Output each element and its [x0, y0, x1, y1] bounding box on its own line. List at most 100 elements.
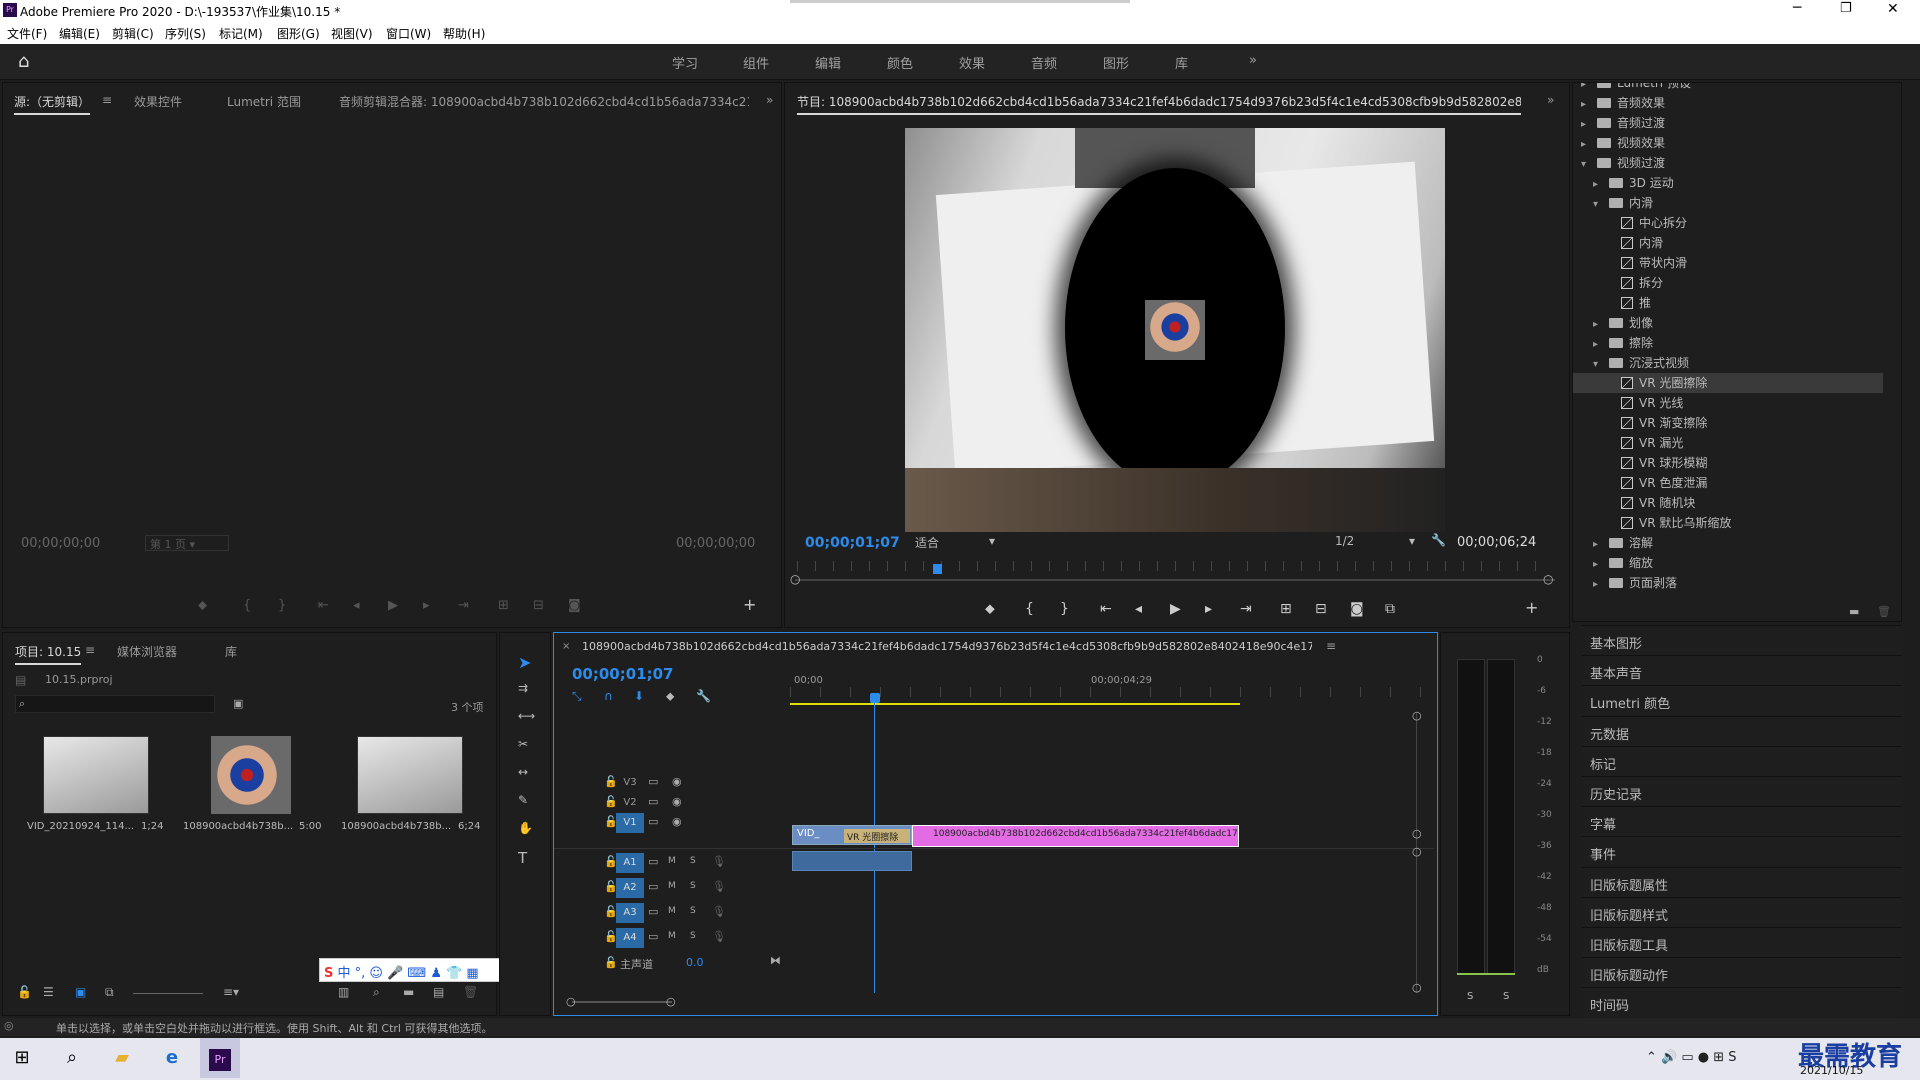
meter-solo-left[interactable]: S [1467, 991, 1473, 1002]
chevron-right-icon[interactable]: ▸ [1593, 535, 1609, 555]
program-playhead[interactable] [933, 564, 942, 574]
program-zoom-bar[interactable] [795, 579, 1555, 581]
home-icon[interactable]: ⌂ [18, 51, 29, 72]
effect-item[interactable]: 内滑 [1573, 233, 1883, 253]
wrench-icon[interactable]: 🔧 [1431, 533, 1446, 547]
out-point-icon[interactable]: } [278, 598, 286, 613]
microphone-icon[interactable]: 🎙 [712, 855, 726, 868]
program-play-icon[interactable]: ▶ [1170, 601, 1181, 617]
program-add-icon[interactable]: + [1525, 598, 1538, 617]
menu-file[interactable]: 文件(F) [7, 25, 47, 42]
meter-solo-right[interactable]: S [1503, 991, 1509, 1002]
effects-folder[interactable]: ▾ 视频过渡 [1573, 153, 1883, 173]
program-out-icon[interactable]: } [1060, 601, 1069, 617]
vscroll-handle-mid2[interactable]: ○ [1412, 845, 1422, 858]
effect-item[interactable]: VR 随机块 [1573, 493, 1883, 513]
eye-icon[interactable]: ◉ [672, 775, 682, 788]
ime-toolbar[interactable]: S 中 °, ☺ 🎤 ⌨ ♟ 👕 ▦ [319, 958, 527, 982]
effect-item[interactable]: VR 色度泄漏 [1573, 473, 1883, 493]
vscroll-handle-mid[interactable]: ○ [1412, 827, 1422, 840]
export-frame-icon[interactable]: ◙ [568, 598, 581, 613]
source-menu-icon[interactable]: ≡ [102, 93, 112, 107]
chevron-down-icon[interactable]: ▾ [1593, 195, 1609, 215]
new-item-icon[interactable]: ▤ [433, 985, 444, 999]
vscroll-handle-bottom[interactable]: ○ [1412, 981, 1422, 994]
workspace-graphics[interactable]: 图形 [1103, 53, 1129, 72]
mute-button[interactable]: M [668, 856, 676, 866]
start-icon[interactable]: ⊞ [2, 1038, 42, 1078]
effects-folder[interactable]: ▸ 缩放 [1573, 553, 1883, 573]
effect-item[interactable]: 推 [1573, 293, 1883, 313]
tab-source[interactable]: 源:（无剪辑） [14, 93, 91, 115]
mute-button[interactable]: M [668, 881, 676, 891]
minimize-icon[interactable]: ─ [1793, 0, 1813, 16]
icon-view-icon[interactable]: ▣ [75, 985, 86, 999]
selection-tool-icon[interactable]: ➤ [518, 653, 531, 672]
effects-folder[interactable]: ▾ 沉浸式视频 [1573, 353, 1883, 373]
taskbar-search-icon[interactable]: ⌕ [52, 1038, 92, 1078]
chevron-right-icon[interactable]: ▸ [1593, 335, 1609, 355]
chevron-right-icon[interactable]: ▸ [1593, 175, 1609, 195]
clip-name-2[interactable]: 108900acbd4b738b... [183, 821, 293, 832]
tab-media-browser[interactable]: 媒体浏览器 [117, 643, 177, 660]
close-icon[interactable]: ✕ [1887, 1, 1899, 17]
microphone-icon[interactable]: 🎙 [712, 930, 726, 943]
program-step-forward-icon[interactable]: ▸ [1205, 601, 1212, 617]
workspace-learn[interactable]: 学习 [672, 53, 698, 72]
panel-tab-item[interactable]: 标记 [1582, 745, 1902, 776]
ripple-edit-tool-icon[interactable]: ⟷ [518, 709, 535, 723]
chevron-right-icon[interactable]: ▸ [1593, 555, 1609, 575]
panel-tab-item[interactable]: 旧版标题工具 [1582, 927, 1902, 957]
sync-lock-icon[interactable]: ▭ [648, 775, 658, 788]
program-export-frame-icon[interactable]: ◙ [1350, 601, 1364, 617]
menu-view[interactable]: 视图(V) [331, 25, 373, 42]
audio-sync-icon[interactable]: ▭ [648, 855, 658, 868]
timeline-playhead-head[interactable] [870, 693, 880, 703]
menu-graphics[interactable]: 图形(G) [277, 25, 320, 42]
effects-folder[interactable]: ▸ Lumetri 预设 [1573, 83, 1883, 93]
tab-project[interactable]: 项目: 10.15 [15, 643, 82, 665]
effects-folder[interactable]: ▸ 音频过渡 [1573, 113, 1883, 133]
solo-button[interactable]: S [690, 856, 696, 866]
program-go-out-icon[interactable]: ⇥ [1240, 601, 1252, 617]
program-go-in-icon[interactable]: ⇤ [1100, 601, 1112, 617]
mute-button[interactable]: M [668, 931, 676, 941]
zoom-slider[interactable] [133, 993, 203, 994]
menu-edit[interactable]: 编辑(E) [59, 25, 100, 42]
clip-name-1[interactable]: VID_20210924_114... [27, 821, 137, 832]
work-area-bar[interactable] [790, 703, 1240, 705]
tab-lumetri-scopes[interactable]: Lumetri 范围 [227, 93, 301, 110]
find-icon[interactable]: ⌕ [373, 985, 380, 1000]
type-tool-icon[interactable]: T [518, 849, 527, 867]
clip-thumbnail-3[interactable] [357, 736, 463, 814]
zoom-left-handle[interactable]: ○ [790, 572, 800, 586]
step-forward-icon[interactable]: ▸ [423, 598, 430, 613]
workspace-libraries[interactable]: 库 [1175, 53, 1188, 72]
timeline-ruler[interactable] [790, 687, 1425, 697]
fit-dropdown[interactable]: 适合 ▾ [915, 534, 995, 551]
menu-window[interactable]: 窗口(W) [386, 25, 431, 42]
track-label[interactable]: A3 [616, 903, 644, 923]
master-lock-icon[interactable]: 🔓 [604, 956, 618, 969]
track-label[interactable]: V1 [616, 813, 644, 833]
sequence-menu-icon[interactable]: ≡ [1326, 639, 1336, 653]
chevron-right-icon[interactable]: ▸ [1581, 95, 1597, 115]
razor-tool-icon[interactable]: ✂ [518, 737, 528, 751]
program-step-back-icon[interactable]: ◂ [1135, 601, 1142, 617]
program-timecode[interactable]: 00;00;01;07 [805, 535, 900, 551]
extract-icon[interactable]: ⊟ [1315, 601, 1327, 617]
menu-clip[interactable]: 剪辑(C) [112, 25, 154, 42]
effect-item[interactable]: 拆分 [1573, 273, 1883, 293]
workspace-audio[interactable]: 音频 [1031, 53, 1057, 72]
pen-tool-icon[interactable]: ✎ [518, 793, 528, 807]
clip-thumbnail-1[interactable] [43, 736, 149, 814]
snap-icon[interactable]: ⤡ [572, 689, 582, 704]
go-to-out-icon[interactable]: ⇥ [458, 598, 469, 613]
automate-icon[interactable]: ▥ [338, 985, 349, 999]
source-timecode-left[interactable]: 00;00;00;00 [21, 536, 100, 551]
eye-icon[interactable]: ◉ [672, 815, 682, 828]
timeline-timecode[interactable]: 00;00;01;07 [572, 665, 674, 683]
file-explorer-icon[interactable]: ▰ [102, 1038, 142, 1078]
delete-effect-icon[interactable]: 🗑 [1877, 605, 1891, 618]
program-title[interactable]: 节目: 108900acbd4b738b102d662cbd4cd1b56ada… [797, 93, 1521, 115]
